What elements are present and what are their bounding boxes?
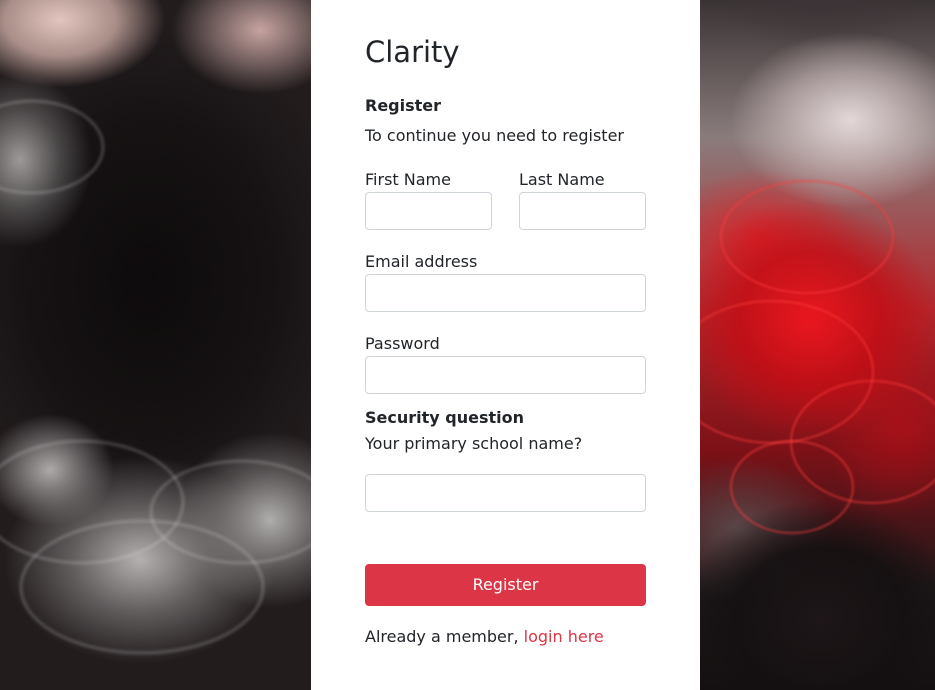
first-name-label: First Name — [365, 170, 451, 189]
security-answer-input[interactable] — [365, 474, 646, 512]
login-link[interactable]: login here — [524, 627, 604, 646]
email-label: Email address — [365, 252, 478, 271]
background-image-right — [700, 0, 935, 690]
smoke-wisp — [20, 520, 264, 654]
login-prompt-text: Already a member, — [365, 627, 519, 646]
smoke-wisp — [730, 440, 854, 534]
register-button[interactable]: Register — [365, 564, 646, 606]
password-label: Password — [365, 334, 440, 353]
register-card: Clarity Register To continue you need to… — [311, 0, 700, 690]
brand-title: Clarity — [365, 35, 460, 69]
security-question-heading: Security question — [365, 408, 525, 427]
register-subtitle: To continue you need to register — [365, 126, 624, 145]
smoke-wisp — [0, 100, 104, 194]
last-name-input[interactable] — [519, 192, 646, 230]
background-image-left — [0, 0, 311, 690]
security-question-text: Your primary school name? — [365, 434, 583, 453]
smoke-wisp — [720, 180, 894, 294]
register-heading: Register — [365, 96, 442, 115]
first-name-input[interactable] — [365, 192, 492, 230]
last-name-label: Last Name — [519, 170, 605, 189]
email-input[interactable] — [365, 274, 646, 312]
login-prompt: Already a member, login here — [365, 626, 604, 648]
password-input[interactable] — [365, 356, 646, 394]
